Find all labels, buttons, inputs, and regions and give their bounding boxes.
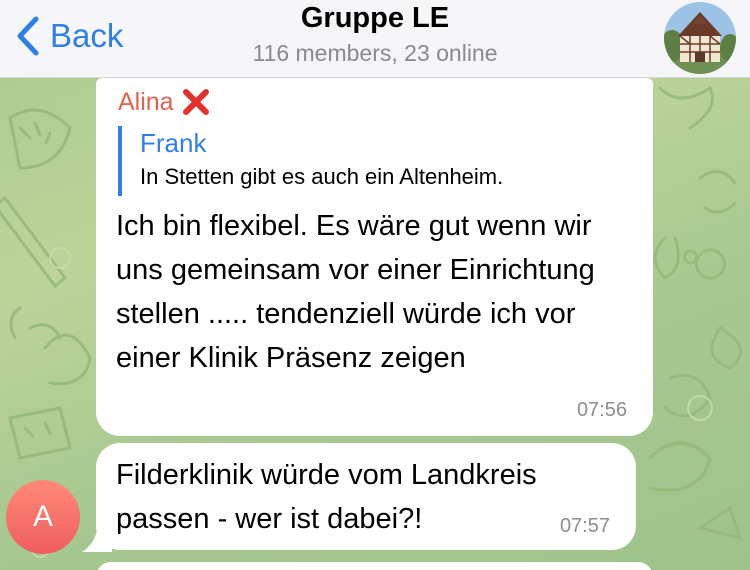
reply-text: In Stetten gibt es auch ein Altenheim. xyxy=(140,164,504,189)
message-text: Ich bin flexibel. Es wäre gut wenn wir u… xyxy=(116,210,595,374)
sender-name[interactable]: Alina xyxy=(118,88,174,117)
reply-quote[interactable]: Frank In Stetten gibt es auch ein Altenh… xyxy=(118,126,628,196)
message-bubble-partial[interactable] xyxy=(96,562,653,570)
chat-title[interactable]: Gruppe LE xyxy=(0,2,750,35)
reply-sender-name: Frank xyxy=(140,128,207,158)
message-bubble[interactable]: Filderklinik würde vom Landkreis passen … xyxy=(96,443,636,550)
house-photo-icon xyxy=(664,2,736,74)
chat-header: Back Gruppe LE 116 members, 23 online xyxy=(0,0,750,78)
member-count: 116 members, 23 online xyxy=(252,40,498,66)
message-time: 07:57 xyxy=(559,515,610,537)
message-time: 07:56 xyxy=(576,399,627,421)
red-cross-icon xyxy=(182,89,209,115)
message-text: Filderklinik würde vom Landkreis passen … xyxy=(116,459,537,535)
message-bubble[interactable]: Alina Frank In Stetten gibt es auch ein … xyxy=(96,78,653,436)
sender-row: Alina xyxy=(118,86,212,118)
group-avatar[interactable] xyxy=(664,2,736,74)
sender-avatar[interactable]: A xyxy=(6,480,80,554)
